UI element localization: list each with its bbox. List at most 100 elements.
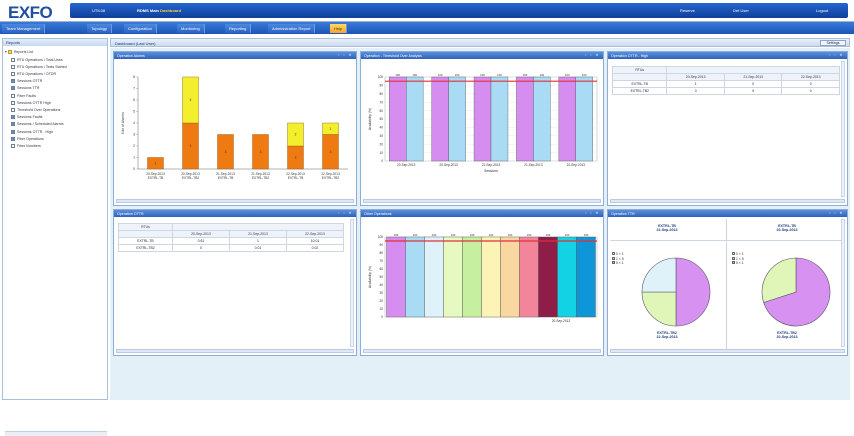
y-tick-label: 100	[378, 235, 384, 239]
tab-topology[interactable]: Topology	[87, 24, 113, 33]
report-list-item[interactable]: Fiber Faults	[11, 92, 36, 99]
report-list-item[interactable]: Threshold Over Operations	[11, 106, 60, 113]
report-list-item[interactable]: Sessions OTTR - High	[11, 128, 53, 135]
panel-scrollbar[interactable]	[116, 199, 354, 203]
table-header-row: 20-Sep-2013 21-Sep-2013 22-Sep-2013	[118, 230, 345, 238]
report-list-item[interactable]: Sessions / Scheduled Alarms	[11, 121, 64, 128]
table-cell: 0	[781, 80, 840, 88]
panel-tools-icon[interactable]: ▫ ▫ ✕	[338, 211, 353, 215]
bar	[431, 76, 449, 162]
y-tick-label: 20	[379, 299, 383, 303]
panel-tools-icon[interactable]: ▫ ▫ ✕	[585, 211, 600, 215]
pie2-top-date: 20-Sep-2013	[776, 228, 798, 232]
pie-slice	[641, 257, 677, 293]
table-row[interactable]: EXTRL-TB 0.61 1 10.01	[118, 237, 345, 245]
panel-scrollbar[interactable]	[363, 199, 601, 203]
report-checkbox[interactable]	[11, 71, 15, 76]
panel-tools-icon[interactable]: ▫ ▫ ✕	[829, 211, 844, 215]
report-list-item[interactable]: Fiber Operations	[11, 135, 44, 142]
panel-other-operations: Other Operations ▫ ▫ ✕ 0 10 20 30 40 50 60 70 80…	[360, 209, 604, 356]
y-tick-label: 70	[379, 259, 383, 263]
tree-expand-icon[interactable]: ▾	[5, 50, 7, 54]
report-checkbox[interactable]	[11, 86, 15, 91]
table-row[interactable]: EXTRL-TB 1 0 0	[611, 80, 840, 88]
panel-tools-icon[interactable]: ▫ ▫ ✕	[585, 53, 600, 57]
panel-scrollbar[interactable]	[363, 349, 601, 353]
report-list-item[interactable]: Sessions TTR	[11, 85, 40, 92]
x-tick-label: 20-Sep-2013	[397, 163, 416, 167]
logout-link[interactable]: Logout	[816, 8, 828, 13]
bar-value-label: 100	[451, 233, 456, 237]
tab-administration-report[interactable]: Administration Report	[268, 24, 316, 33]
report-list-item[interactable]: Sessions Faults	[11, 114, 42, 121]
bar-value-label: 100	[546, 233, 551, 237]
report-checkbox[interactable]	[11, 79, 15, 84]
x-tick-label: 20-Sep-2013	[439, 163, 458, 167]
report-checkbox[interactable]	[11, 115, 15, 120]
report-label: RTU Operations / OTDR	[17, 71, 57, 76]
y-tick-label: 4	[133, 121, 135, 125]
report-checkbox[interactable]	[11, 136, 15, 141]
tab-configuration[interactable]: Configuration	[124, 24, 157, 33]
bar-value-label: 100	[527, 233, 532, 237]
panel-scrollbar[interactable]	[610, 199, 845, 203]
panel-vertical-scrollbar[interactable]	[841, 219, 845, 347]
panel-tools-icon[interactable]: ▫ ▫ ✕	[829, 53, 844, 57]
report-list-item[interactable]: Sessions OTTR	[11, 78, 42, 85]
bar-value-label: 100	[582, 73, 587, 77]
table-cell: EXTRL-TB	[118, 237, 173, 245]
report-checkbox[interactable]	[11, 122, 15, 127]
report-list-item[interactable]: RTU Operations / OTDR	[11, 70, 56, 77]
header-user[interactable]: Def User	[733, 8, 749, 13]
left-panel-scrollbar[interactable]	[5, 431, 107, 436]
panel-title-text: Operation Alarms	[117, 53, 145, 58]
y-axis-label: Availability (%)	[368, 108, 372, 130]
report-checkbox[interactable]	[11, 107, 15, 112]
y-tick-label: 10	[379, 307, 383, 311]
y-tick-label: 3	[133, 133, 135, 137]
panel-tools-icon[interactable]: ▫ ▫ ✕	[338, 53, 353, 57]
bar-value-label: 100	[489, 233, 494, 237]
table-row[interactable]: EXTRL-TB2 0 0.01 0.02	[118, 244, 345, 252]
dashboard-title-bar: Dashboard (Last User)	[110, 38, 850, 47]
report-list-item[interactable]: RTU Operations / Total Uses	[11, 56, 63, 63]
legend-label: 1 < 5	[616, 256, 624, 261]
tab-team-management[interactable]: Team Management	[2, 24, 46, 33]
panel-title-text: Other Operations	[364, 211, 392, 216]
table-row[interactable]: EXTRL-TB2 0 0 0	[611, 87, 840, 95]
legend-item: 5 < 1	[732, 261, 744, 266]
column-header	[666, 66, 840, 74]
report-list-item[interactable]: Fiber Numbers	[11, 142, 41, 149]
panel-vertical-scrollbar[interactable]	[350, 219, 354, 347]
report-list-item[interactable]: RTU Operations / Tests Started	[11, 63, 67, 70]
y-tick-label: 60	[379, 109, 383, 113]
tree-root[interactable]: ▾ Reports List	[5, 48, 33, 55]
panel-scrollbar[interactable]	[610, 349, 845, 353]
report-checkbox[interactable]	[11, 93, 15, 98]
bar	[405, 236, 425, 318]
report-list-item[interactable]: Sessions OTTR High	[11, 99, 51, 106]
report-label: Threshold Over Operations	[17, 107, 61, 112]
report-checkbox[interactable]	[11, 129, 15, 134]
panel-vertical-scrollbar[interactable]	[841, 61, 845, 197]
panel-title-text: Operation OTTR	[117, 211, 144, 216]
tab-reporting[interactable]: Reporting	[225, 24, 252, 33]
report-checkbox[interactable]	[11, 143, 15, 148]
panel-ottr: Operation OTTR ▫ ▫ ✕ RTUs 20-Sep-2013 21-S…	[113, 209, 357, 356]
x-tick-label: EXTRL-TB2	[252, 176, 269, 180]
tab-monitoring[interactable]: Monitoring	[177, 24, 205, 33]
header-reserve[interactable]: Reserve	[680, 8, 695, 13]
y-tick-label: 1	[133, 156, 135, 160]
tab-help[interactable]: Help	[330, 24, 348, 33]
bar-value-label: 100	[412, 73, 417, 77]
report-checkbox[interactable]	[11, 64, 15, 69]
bar-value-label: 100	[438, 73, 443, 77]
report-checkbox[interactable]	[11, 100, 15, 105]
column-header: 20-Sep-2013	[171, 230, 230, 238]
table-cell: EXTRL-TB2	[118, 244, 173, 252]
report-checkbox[interactable]	[11, 57, 15, 62]
column-header	[611, 73, 668, 81]
bar	[558, 76, 576, 162]
panel-scrollbar[interactable]	[116, 349, 354, 353]
settings-button[interactable]: Settings	[820, 40, 846, 46]
